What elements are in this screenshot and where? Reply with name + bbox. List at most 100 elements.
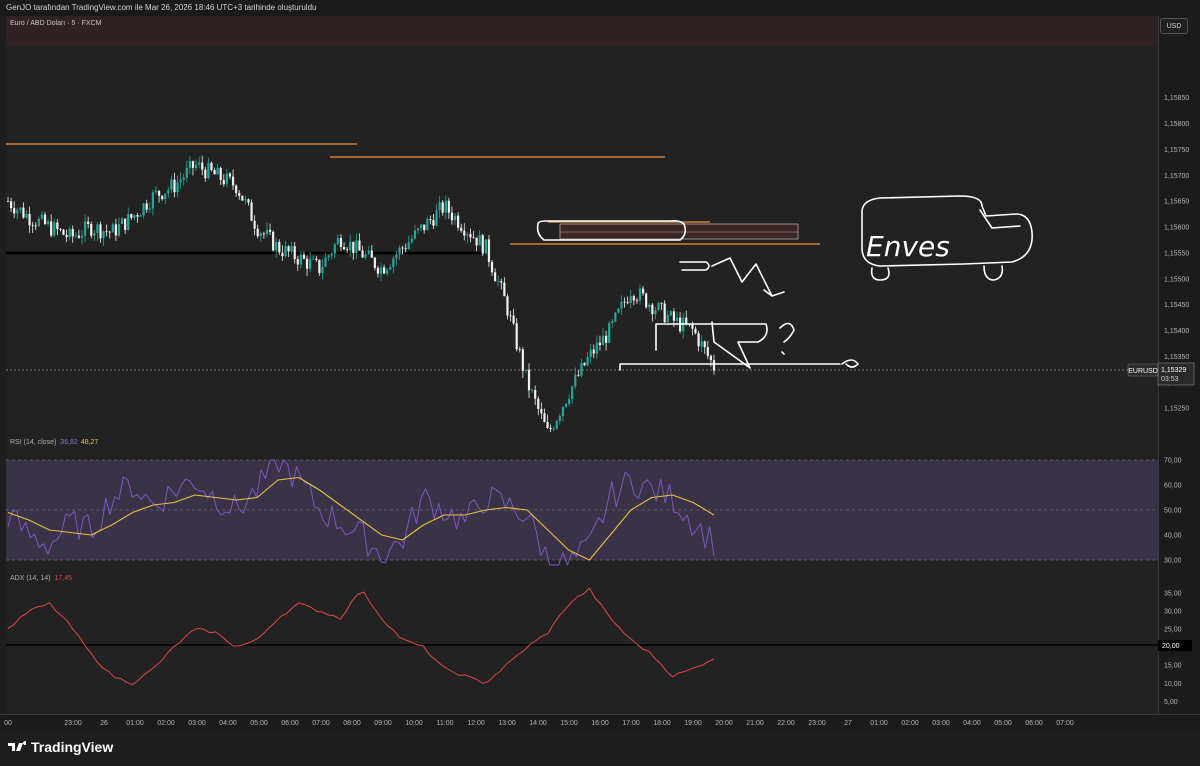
- candle-body: [617, 308, 620, 313]
- candle-body: [675, 317, 679, 321]
- tradingview-logo[interactable]: TradingView: [8, 739, 113, 755]
- candle-body: [589, 349, 592, 358]
- candle-body: [509, 315, 512, 317]
- rsi-legend-value: 36,82: [60, 439, 78, 446]
- candle-body: [546, 422, 549, 428]
- candles-group[interactable]: [6, 155, 716, 433]
- time-tick-label: 05:00: [994, 720, 1012, 727]
- candle-body: [645, 293, 648, 308]
- candle-body: [216, 168, 219, 175]
- price-tick-label: 1,15350: [1164, 354, 1189, 361]
- candle-body: [59, 229, 62, 230]
- candle-body: [65, 234, 68, 238]
- rsi-tick-label: 50,00: [1164, 508, 1182, 515]
- candle-body: [583, 362, 586, 366]
- candle-body: [219, 168, 222, 180]
- supply-zone[interactable]: [559, 223, 799, 240]
- candle-body: [540, 408, 543, 414]
- time-tick-label: 08:00: [343, 720, 361, 727]
- candle-body: [426, 219, 429, 231]
- time-tick-label: 03:00: [932, 720, 950, 727]
- candle-body: [80, 235, 84, 238]
- candle-body: [167, 189, 170, 194]
- candle-body: [447, 200, 450, 213]
- candle-body: [712, 360, 716, 371]
- candle-body: [481, 235, 484, 254]
- candle-body: [395, 254, 398, 259]
- candle-body: [472, 237, 475, 239]
- candle-body: [13, 208, 16, 214]
- candle-body: [28, 213, 31, 226]
- candle-body: [466, 234, 469, 236]
- rsi-tick-label: 60,00: [1164, 483, 1182, 490]
- candle-body: [700, 341, 703, 347]
- candle-body: [524, 369, 528, 371]
- candle-body: [130, 213, 133, 218]
- tradingview-icon: [8, 741, 26, 751]
- adx-legend[interactable]: ADX (14, 14) 17,45: [10, 575, 72, 582]
- candle-body: [626, 302, 629, 304]
- candle-body: [244, 199, 247, 201]
- candle-body: [256, 228, 259, 237]
- candle-body: [34, 225, 37, 227]
- rsi-legend[interactable]: RSI (14, close) 36,82 48,27: [10, 439, 98, 446]
- candle-body: [170, 179, 173, 190]
- price-tick-label: 1,15600: [1164, 225, 1189, 232]
- candle-body: [450, 212, 454, 221]
- candle-body: [373, 257, 376, 268]
- candle-body: [213, 170, 216, 175]
- candle-body: [315, 258, 318, 260]
- candle-body: [268, 229, 272, 232]
- candle-body: [620, 301, 623, 309]
- time-tick-label: 23:00: [64, 720, 82, 727]
- candle-body: [392, 258, 395, 267]
- candle-body: [497, 281, 500, 282]
- candle-body: [136, 215, 139, 217]
- candle-body: [290, 246, 293, 252]
- candle-body: [142, 203, 145, 216]
- candle-body: [6, 201, 10, 202]
- candle-body: [518, 349, 521, 350]
- candle-body: [293, 246, 296, 260]
- candle-body: [312, 258, 315, 260]
- time-tick-label: 09:00: [374, 720, 392, 727]
- candle-body: [552, 428, 555, 430]
- time-tick-label: 07:00: [312, 720, 330, 727]
- candle-body: [262, 233, 265, 235]
- candle-body: [543, 413, 546, 423]
- candle-body: [302, 254, 306, 259]
- candle-body: [46, 221, 50, 224]
- candle-body: [139, 215, 142, 217]
- time-tick-label: 12:00: [467, 720, 485, 727]
- rsi-tick-label: 70,00: [1164, 458, 1182, 465]
- candle-body: [527, 369, 531, 391]
- time-tick-label: 23:00: [808, 720, 826, 727]
- candle-body: [401, 247, 404, 249]
- candle-body: [709, 355, 713, 361]
- chart-canvas[interactable]: Enves 1,15850 1,15800 1,15750 1,15700 1,1565…: [0, 0, 1200, 734]
- adx-lines[interactable]: [7, 587, 715, 686]
- candle-body: [207, 162, 210, 179]
- candle-body: [364, 254, 367, 258]
- drawing-question-mark: [779, 322, 795, 355]
- candle-body: [663, 303, 666, 323]
- candle-body: [77, 235, 81, 238]
- candle-body: [423, 224, 426, 231]
- adx-tick-label: 35,00: [1164, 590, 1182, 597]
- adx-tick-label: 15,00: [1164, 663, 1182, 670]
- candle-body: [361, 250, 364, 258]
- candle-body: [441, 202, 444, 213]
- candle-body: [102, 231, 105, 239]
- candle-body: [284, 246, 287, 257]
- candle-body: [429, 219, 432, 221]
- candle-body: [336, 238, 339, 245]
- candle-body: [62, 229, 65, 235]
- candle-body: [595, 342, 598, 354]
- candle-body: [222, 179, 225, 185]
- candle-body: [487, 239, 491, 262]
- time-tick-label: 16:00: [591, 720, 609, 727]
- candle-body: [198, 162, 201, 165]
- candle-body: [40, 214, 44, 219]
- time-tick-label: 04:00: [219, 720, 237, 727]
- candle-body: [608, 323, 611, 343]
